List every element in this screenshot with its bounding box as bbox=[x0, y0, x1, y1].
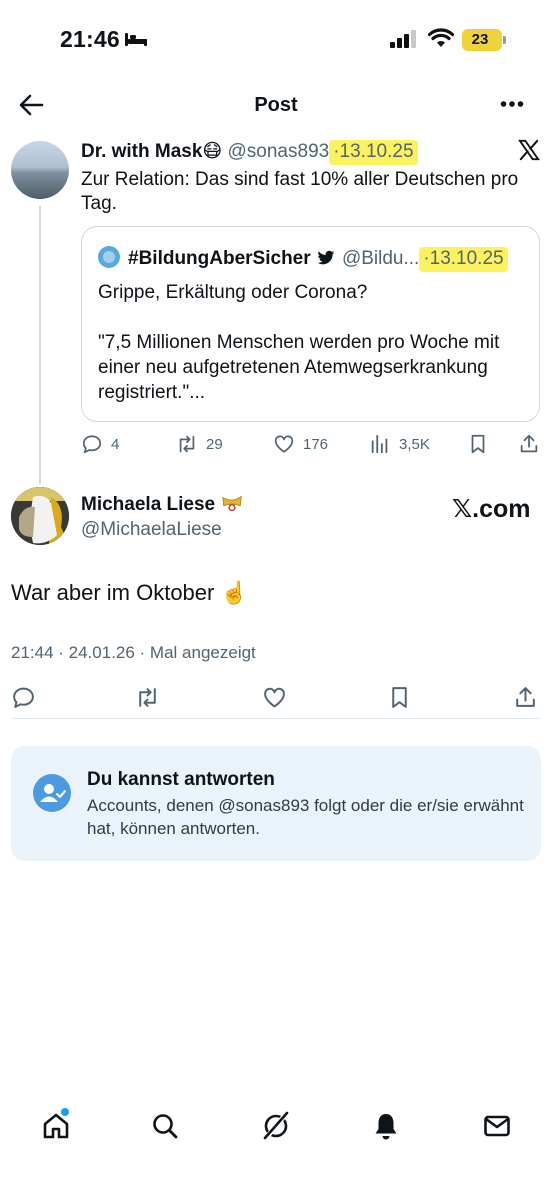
post-action-bar: 4 29 176 3,5K bbox=[81, 432, 541, 456]
repost-icon bbox=[139, 687, 156, 707]
bird-icon bbox=[317, 250, 334, 265]
quoted-date: 13.10.25 bbox=[429, 248, 504, 269]
thread-line bbox=[39, 206, 41, 484]
post-header: Dr. with Mask😷 @sonas893·13.10.25 bbox=[81, 140, 418, 165]
post-text: Zur Relation: Das sind fast 10% aller De… bbox=[81, 169, 519, 214]
share-button[interactable] bbox=[518, 432, 540, 456]
views-button[interactable]: 3,5K bbox=[369, 432, 430, 456]
like-button[interactable]: 176 bbox=[273, 432, 328, 456]
reply-author-name[interactable]: Michaela Liese bbox=[81, 494, 215, 515]
reply-action-bar bbox=[11, 685, 541, 711]
divider bbox=[11, 718, 541, 719]
reply-text: War aber im Oktober ☝️ bbox=[11, 580, 248, 605]
page-title: Post bbox=[254, 94, 298, 116]
avatar-image bbox=[11, 487, 69, 545]
repost-button-2[interactable] bbox=[135, 685, 160, 709]
reply-icon bbox=[82, 435, 102, 454]
post-horn-icon bbox=[222, 495, 242, 512]
like-button-2[interactable] bbox=[262, 685, 287, 709]
reply-count: 4 bbox=[111, 435, 120, 453]
quoted-author-name: #BildungAberSicher bbox=[128, 248, 311, 269]
post-author-avatar[interactable] bbox=[11, 141, 69, 199]
more-options-icon[interactable] bbox=[500, 100, 524, 108]
messages-icon[interactable] bbox=[482, 1111, 512, 1141]
bookmark-button-2[interactable] bbox=[387, 685, 412, 709]
post-date[interactable]: 13.10.25 bbox=[340, 141, 414, 162]
reply-restriction-text: Accounts, denen @sonas893 folgt oder die… bbox=[87, 796, 524, 838]
wifi-icon bbox=[428, 28, 454, 47]
x-logo-icon bbox=[518, 139, 540, 161]
notification-dot bbox=[61, 1108, 69, 1116]
reply-restriction-title: Du kannst antworten bbox=[87, 769, 275, 790]
status-time: 21:46 bbox=[60, 26, 120, 52]
share-icon bbox=[516, 686, 535, 707]
post-author-name[interactable]: Dr. with Mask😷 bbox=[81, 141, 222, 162]
bookmark-icon bbox=[392, 686, 407, 708]
reply-author-avatar[interactable] bbox=[11, 487, 69, 545]
signal-icon bbox=[390, 30, 416, 48]
reply-button-2[interactable] bbox=[11, 685, 36, 709]
reply-author-header: Michaela Liese bbox=[81, 493, 243, 516]
grok-icon[interactable] bbox=[261, 1111, 291, 1141]
like-count: 176 bbox=[303, 435, 329, 453]
notifications-bell-icon[interactable] bbox=[371, 1111, 401, 1141]
quoted-handle: @Bildu... bbox=[341, 248, 420, 269]
post-handle[interactable]: @sonas893 bbox=[228, 141, 330, 162]
reply-meta: 21:44 · 24.01.26 · Mal angezeigt bbox=[11, 643, 256, 662]
search-icon[interactable] bbox=[150, 1111, 180, 1141]
bookmark-icon bbox=[471, 434, 485, 454]
repost-button[interactable]: 29 bbox=[176, 432, 223, 456]
views-icon bbox=[371, 434, 388, 454]
views-count: 3,5K bbox=[399, 435, 430, 453]
heart-icon bbox=[274, 435, 294, 453]
repost-icon bbox=[179, 435, 195, 453]
person-check-icon bbox=[33, 774, 71, 812]
person-check-glyph bbox=[40, 784, 66, 802]
bed-icon bbox=[125, 33, 147, 46]
bookmark-button[interactable] bbox=[467, 432, 489, 456]
battery-icon: 23 bbox=[462, 29, 506, 51]
heart-icon bbox=[264, 687, 285, 707]
quoted-author-avatar bbox=[98, 246, 120, 268]
reply-icon bbox=[13, 687, 34, 708]
battery-level: 23 bbox=[471, 31, 489, 48]
repost-count: 29 bbox=[206, 435, 223, 453]
quoted-post-text: Grippe, Erkältung oder Corona? "7,5 Mill… bbox=[98, 282, 500, 403]
share-icon bbox=[520, 434, 538, 453]
reply-button[interactable]: 4 bbox=[81, 432, 119, 456]
share-button-2[interactable] bbox=[513, 685, 538, 709]
reply-handle[interactable]: @MichaelaLiese bbox=[81, 519, 222, 541]
xcom-watermark: 𝕏.com bbox=[452, 495, 531, 523]
quoted-post-header: #BildungAberSicher @Bildu... ·13.10.25 bbox=[98, 246, 508, 272]
